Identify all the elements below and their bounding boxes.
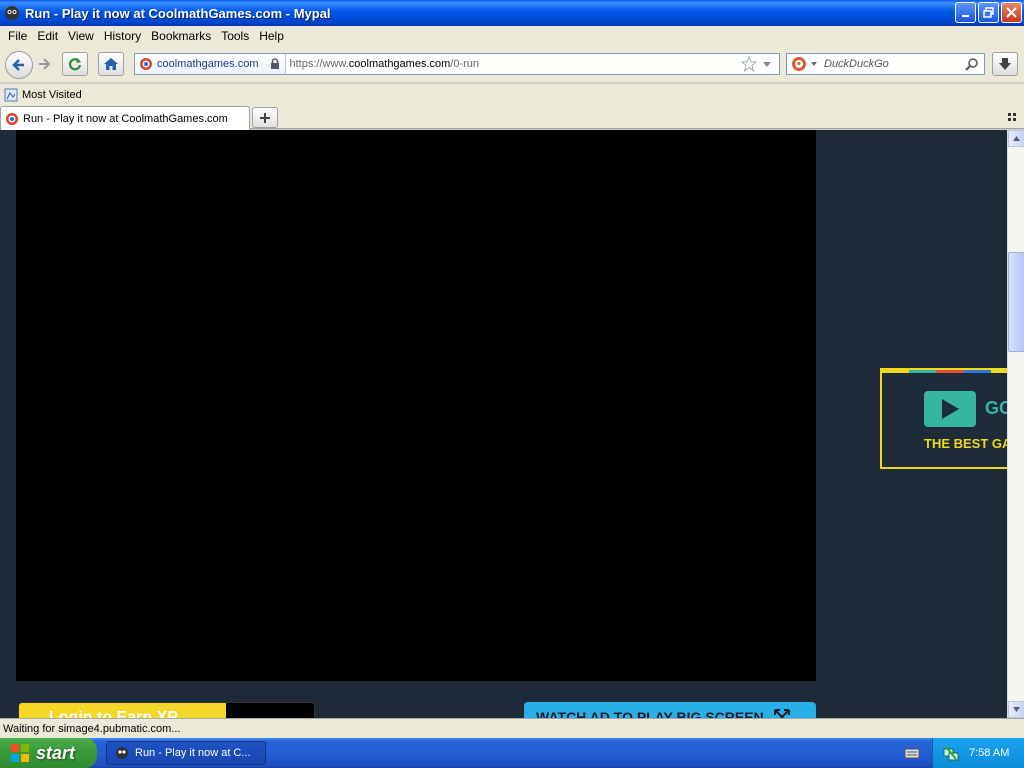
menu-history[interactable]: History bbox=[99, 29, 146, 43]
menu-file[interactable]: File bbox=[3, 29, 32, 43]
start-label: start bbox=[36, 742, 76, 763]
big-screen-button-label: WATCH AD TO PLAY BIG SCREEN bbox=[536, 709, 764, 718]
url-prefix: https://www. bbox=[289, 58, 349, 70]
game-canvas[interactable] bbox=[16, 130, 816, 681]
url-input[interactable]: https://www.coolmathgames.com/0-run bbox=[286, 58, 742, 70]
windows-taskbar: start Run - Play it now at C... 7:58 AM bbox=[0, 738, 1024, 768]
site-identity-button[interactable]: coolmathgames.com bbox=[135, 54, 286, 74]
taskbar-item-mypal[interactable]: Run - Play it now at C... bbox=[106, 741, 266, 765]
page-content: GO THE BEST GA Login to Earn XP WATCH AD… bbox=[0, 130, 1007, 718]
engine-dropdown-icon[interactable] bbox=[810, 60, 818, 68]
home-icon bbox=[104, 58, 118, 70]
restore-button[interactable] bbox=[978, 2, 999, 23]
forward-button[interactable] bbox=[36, 56, 52, 75]
duckduckgo-icon[interactable] bbox=[791, 56, 807, 72]
close-button[interactable] bbox=[1001, 2, 1022, 23]
scrollbar-thumb[interactable] bbox=[1008, 252, 1024, 352]
menu-tools[interactable]: Tools bbox=[216, 29, 254, 43]
new-tab-button[interactable] bbox=[252, 107, 278, 128]
back-button[interactable] bbox=[5, 51, 33, 79]
search-bar[interactable]: DuckDuckGo bbox=[786, 53, 985, 75]
tab-label: Run - Play it now at CoolmathGames.com bbox=[23, 112, 228, 125]
site-identity-label: coolmathgames.com bbox=[157, 58, 259, 70]
navigation-toolbar: coolmathgames.com https://www.coolmathga… bbox=[0, 46, 1024, 82]
url-path: /0-run bbox=[450, 58, 480, 70]
reload-button[interactable] bbox=[62, 52, 88, 76]
url-host: coolmathgames.com bbox=[348, 58, 451, 70]
tab-favicon-icon bbox=[6, 112, 18, 125]
minimize-icon bbox=[961, 14, 969, 17]
lock-icon bbox=[270, 58, 279, 69]
address-bar[interactable]: coolmathgames.com https://www.coolmathga… bbox=[134, 53, 780, 75]
ad-headline: GO bbox=[985, 398, 1007, 418]
ad-tagline: THE BEST GA bbox=[924, 436, 1007, 451]
tab-strip: Run - Play it now at CoolmathGames.com bbox=[0, 105, 1024, 130]
most-visited-bookmark[interactable]: Most Visited bbox=[22, 89, 82, 101]
reload-icon bbox=[69, 58, 82, 71]
tab-run-coolmath[interactable]: Run - Play it now at CoolmathGames.com bbox=[0, 106, 250, 130]
login-to-earn-xp-button[interactable]: Login to Earn XP bbox=[18, 702, 315, 718]
scroll-up-button[interactable] bbox=[1008, 130, 1024, 147]
forward-arrow-icon bbox=[39, 58, 51, 70]
clock[interactable]: 7:58 AM bbox=[969, 747, 1009, 759]
list-all-tabs-icon[interactable] bbox=[1006, 111, 1018, 123]
ad-play-icon bbox=[924, 391, 976, 427]
ad-banner[interactable]: GO THE BEST GA bbox=[880, 368, 1007, 469]
system-tray: 7:58 AM bbox=[932, 738, 1024, 768]
mypal-app-icon bbox=[5, 6, 19, 20]
minimize-button[interactable] bbox=[955, 2, 976, 23]
ad-color-stripe bbox=[882, 370, 1007, 373]
download-arrow-icon bbox=[999, 58, 1011, 70]
most-visited-folder-icon bbox=[4, 88, 18, 101]
bookmarks-toolbar: Most Visited bbox=[0, 84, 1024, 105]
menu-help[interactable]: Help bbox=[254, 29, 289, 43]
vertical-scrollbar[interactable] bbox=[1007, 130, 1024, 718]
restore-icon bbox=[983, 7, 994, 18]
status-text: Waiting for simage4.pubmatic.com... bbox=[3, 722, 181, 735]
scroll-up-icon bbox=[1013, 136, 1020, 141]
taskbar-item-label: Run - Play it now at C... bbox=[135, 747, 251, 759]
window-title: Run - Play it now at CoolmathGames.com -… bbox=[25, 5, 331, 21]
login-button-label: Login to Earn XP bbox=[49, 709, 178, 718]
history-dropdown-icon[interactable] bbox=[761, 58, 773, 70]
plus-icon bbox=[260, 112, 270, 123]
status-bar: Waiting for simage4.pubmatic.com... bbox=[0, 718, 1024, 738]
mypal-task-icon bbox=[116, 747, 128, 759]
fullscreen-expand-icon bbox=[773, 709, 790, 718]
coolmath-favicon-icon bbox=[140, 58, 152, 70]
search-icon[interactable] bbox=[965, 57, 979, 71]
start-button[interactable]: start bbox=[0, 738, 97, 768]
keyboard-language-icon[interactable] bbox=[904, 746, 920, 760]
downloads-button[interactable] bbox=[992, 52, 1018, 76]
scroll-down-icon bbox=[1013, 707, 1020, 712]
home-button[interactable] bbox=[98, 52, 124, 76]
search-input[interactable]: DuckDuckGo bbox=[818, 58, 965, 70]
window-titlebar: Run - Play it now at CoolmathGames.com -… bbox=[0, 0, 1024, 26]
watch-ad-big-screen-button[interactable]: WATCH AD TO PLAY BIG SCREEN bbox=[524, 702, 816, 718]
back-arrow-icon bbox=[12, 59, 24, 71]
menu-edit[interactable]: Edit bbox=[32, 29, 63, 43]
network-tray-icon[interactable] bbox=[943, 745, 959, 761]
menu-bookmarks[interactable]: Bookmarks bbox=[146, 29, 216, 43]
menu-bar: File Edit View History Bookmarks Tools H… bbox=[0, 26, 1024, 46]
close-icon bbox=[1006, 7, 1017, 18]
menu-view[interactable]: View bbox=[63, 29, 99, 43]
windows-logo-icon bbox=[11, 744, 29, 762]
bookmark-star-icon[interactable] bbox=[741, 56, 757, 72]
scroll-down-button[interactable] bbox=[1008, 701, 1024, 718]
